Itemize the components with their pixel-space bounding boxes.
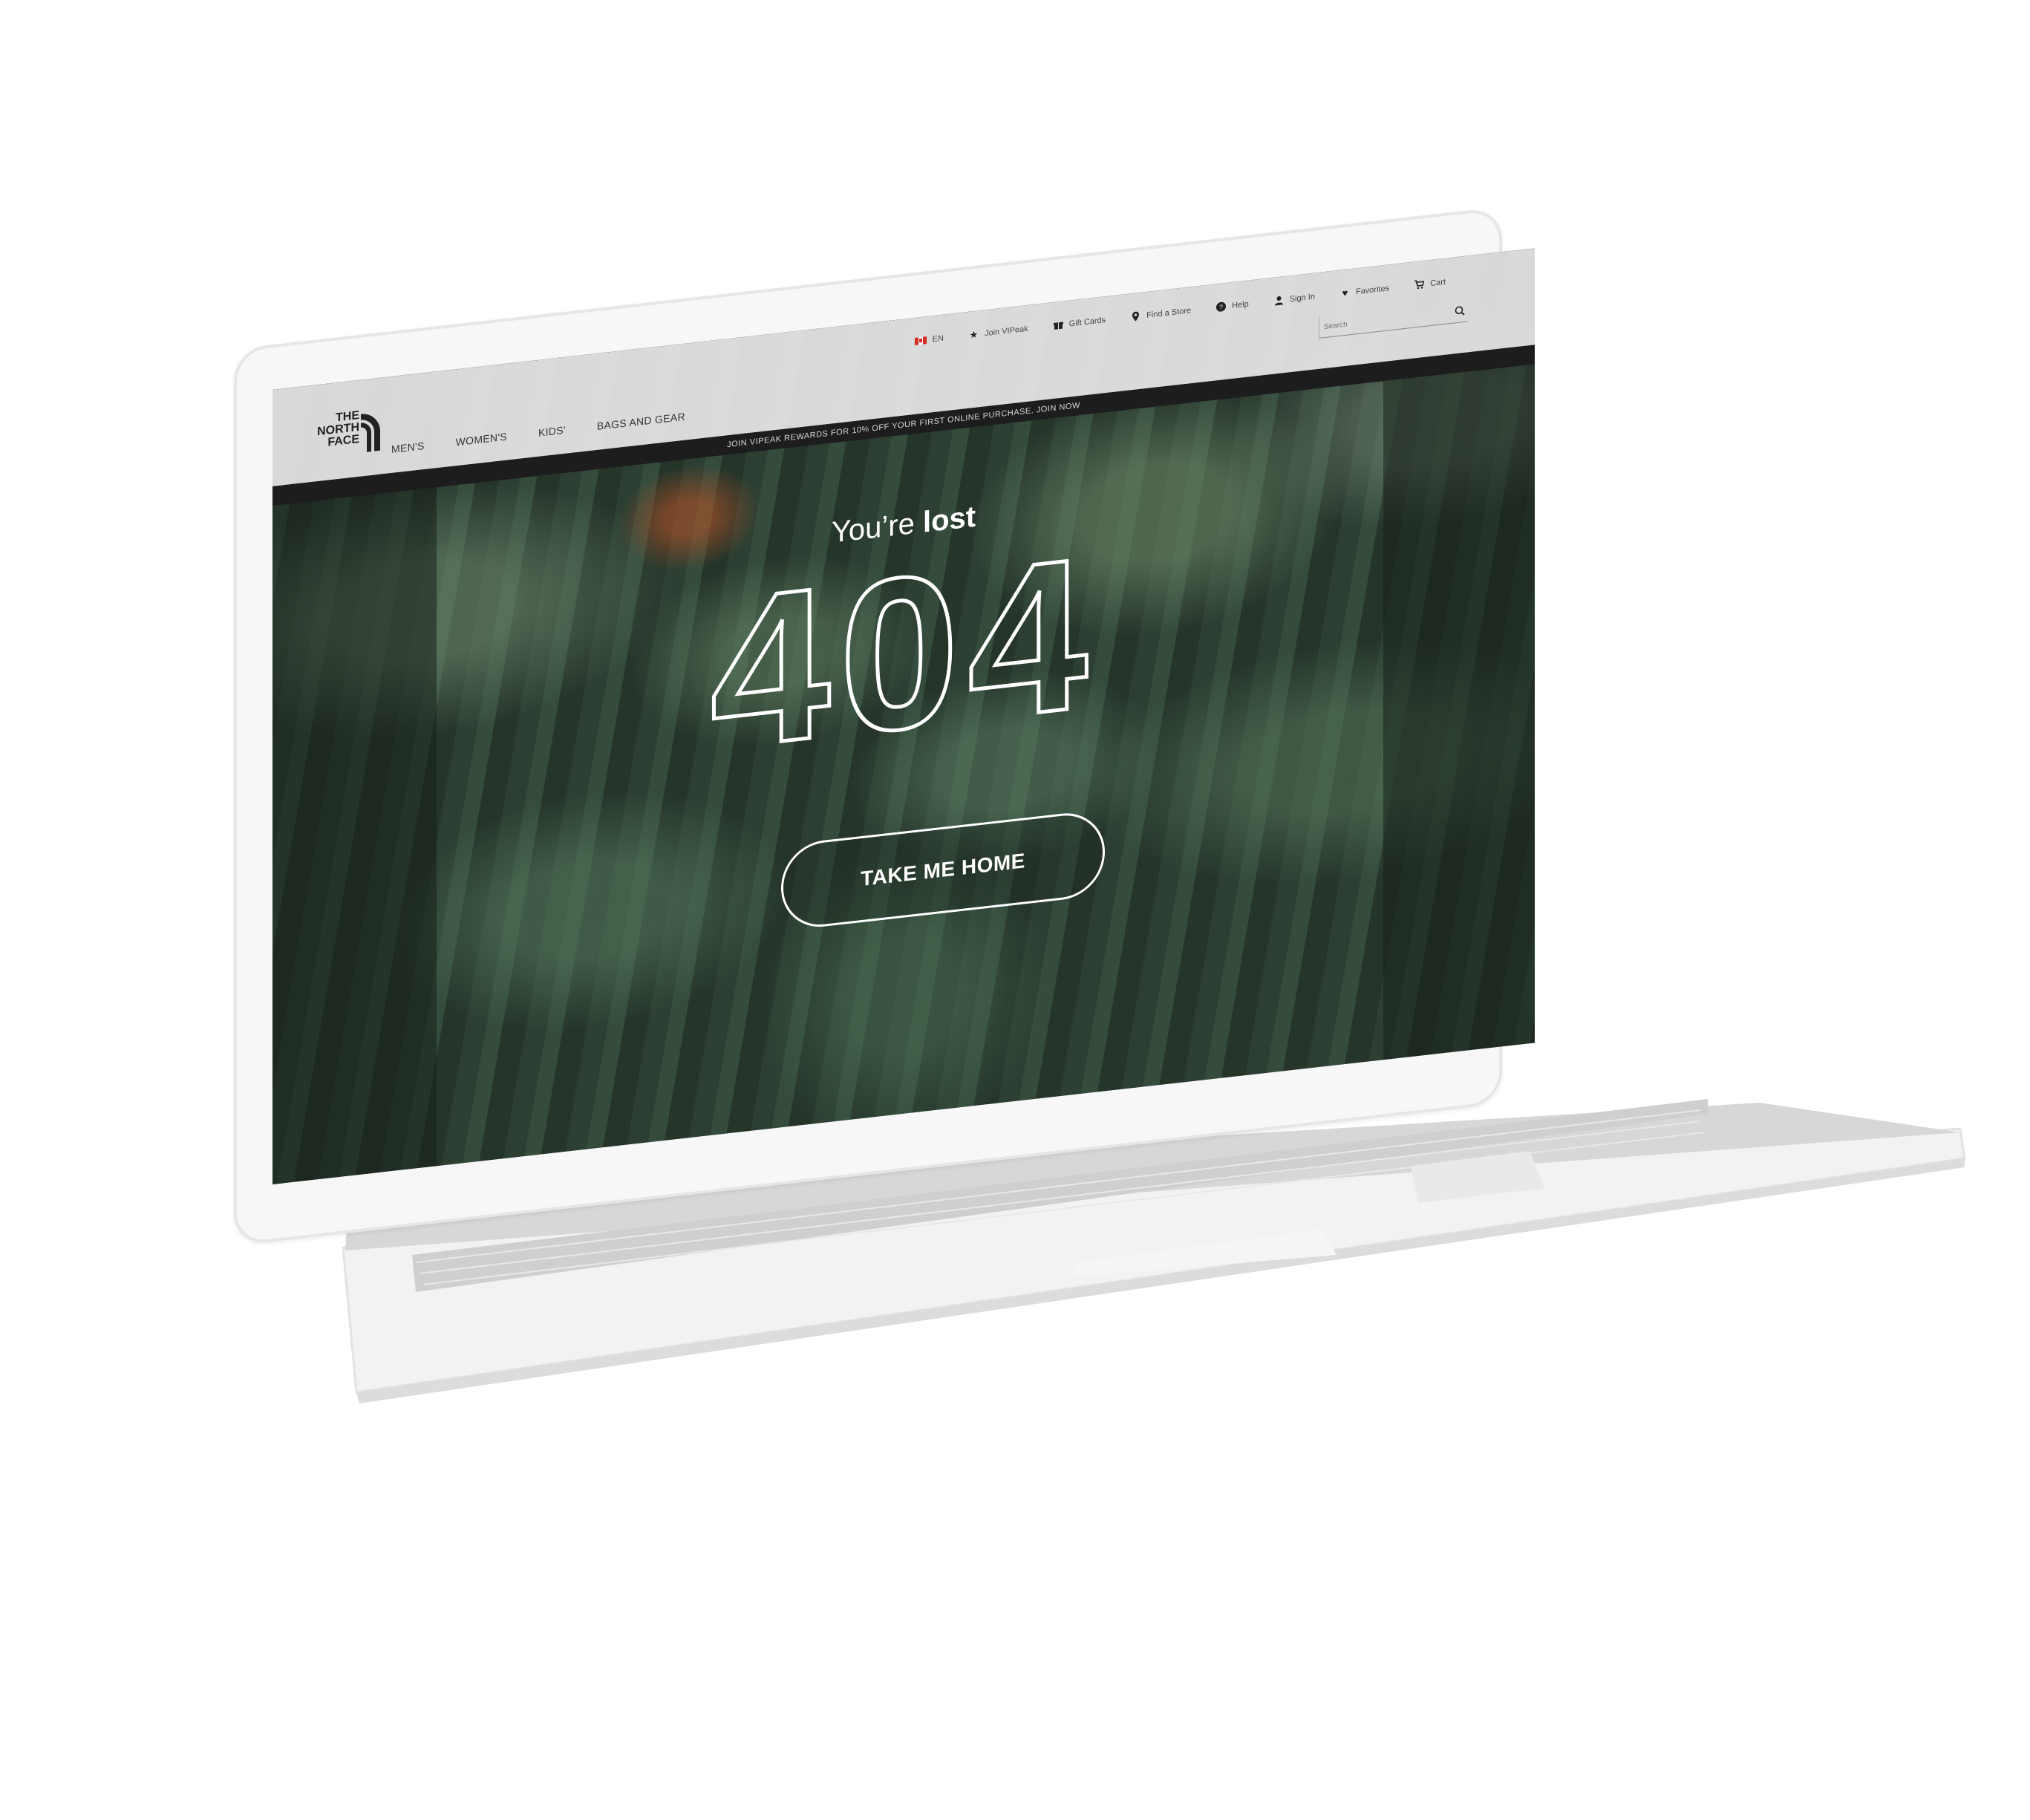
svg-text:?: ?: [1219, 303, 1223, 311]
util-label: Gift Cards: [1068, 315, 1106, 329]
user-icon: [1274, 296, 1283, 306]
search-icon[interactable]: [1455, 305, 1465, 317]
util-label: Favorites: [1355, 283, 1390, 296]
util-item-find-store[interactable]: Find a Store: [1131, 305, 1191, 322]
location-pin-icon: [1132, 311, 1140, 322]
heart-icon: ♥: [1342, 287, 1348, 299]
search-input[interactable]: [1319, 302, 1444, 338]
star-icon: ★: [969, 328, 979, 341]
nav-item-womens[interactable]: WOMEN'S: [456, 431, 507, 449]
util-item-favorites[interactable]: ♥ Favorites: [1340, 283, 1390, 299]
util-label: Sign In: [1289, 292, 1315, 304]
util-item-help[interactable]: ? Help: [1216, 299, 1249, 313]
brand-logo[interactable]: THE NORTH FACE: [289, 409, 380, 470]
util-label: Cart: [1430, 277, 1446, 288]
nav-item-kids[interactable]: KIDS': [538, 424, 566, 439]
util-label: Help: [1232, 299, 1249, 310]
browser-viewport: THE NORTH FACE MEN'S WOMEN'S KIDS' BAGS …: [272, 248, 1535, 1184]
flag-canada-icon: [914, 336, 927, 345]
util-label: Join VIPeak: [984, 324, 1028, 338]
laptop-mockup: THE NORTH FACE MEN'S WOMEN'S KIDS' BAGS …: [0, 0, 2030, 1820]
cart-icon: [1414, 280, 1425, 290]
search-box: [1319, 300, 1468, 339]
util-label: EN: [932, 333, 944, 344]
nav-item-bags-and-gear[interactable]: BAGS AND GEAR: [597, 411, 685, 432]
util-item-language[interactable]: EN: [914, 333, 944, 345]
util-item-cart[interactable]: Cart: [1414, 277, 1446, 290]
gift-icon: [1053, 322, 1063, 330]
util-item-gift-cards[interactable]: Gift Cards: [1053, 315, 1106, 330]
logo-arcs-icon: [361, 414, 380, 452]
util-label: Find a Store: [1146, 305, 1192, 320]
help-icon: ?: [1216, 301, 1227, 312]
util-item-join-vipeak[interactable]: ★ Join VIPeak: [969, 324, 1028, 340]
util-item-sign-in[interactable]: Sign In: [1274, 292, 1315, 306]
nav-item-mens[interactable]: MEN'S: [391, 440, 425, 455]
